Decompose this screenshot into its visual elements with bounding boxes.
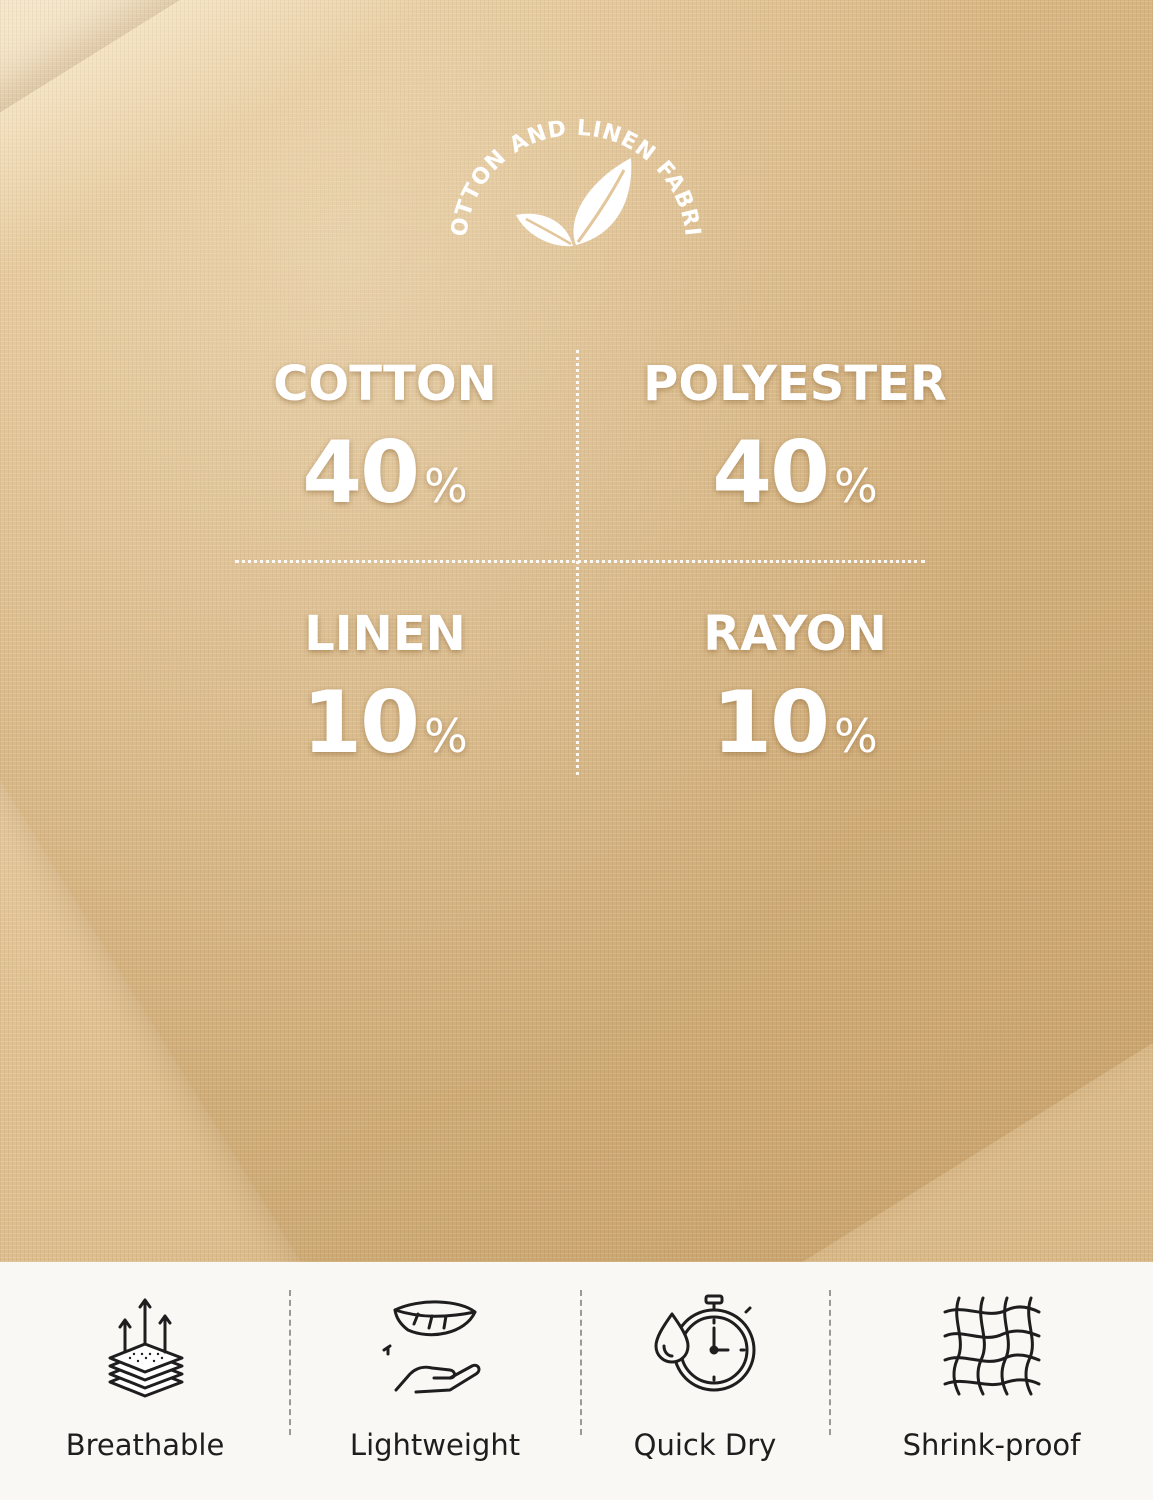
feather-hand-icon: [380, 1290, 490, 1400]
material-percent: 10%: [712, 673, 878, 773]
feature-breathable: Breathable: [0, 1262, 290, 1500]
droplet-stopwatch-icon: [650, 1290, 760, 1400]
grid-divider-horizontal: [235, 560, 925, 563]
feature-label: Lightweight: [349, 1428, 521, 1462]
feature-quick-dry: Quick Dry: [580, 1262, 830, 1500]
feature-shrink-proof: Shrink-proof: [830, 1262, 1153, 1500]
composition-cotton: COTTON 40%: [240, 360, 530, 516]
composition-polyester: POLYESTER 40%: [620, 360, 970, 516]
material-name: POLYESTER: [643, 356, 947, 412]
feature-divider: [580, 1290, 582, 1435]
leaf-icon: [516, 158, 632, 247]
product-feature-image: COTTON AND LINEN FABRIC COTTON 40% POLYE…: [0, 0, 1153, 1500]
feature-lightweight: Lightweight: [290, 1262, 580, 1500]
material-percent: 40%: [712, 423, 878, 523]
badge-text: COTTON AND LINEN FABRIC: [426, 70, 705, 238]
material-percent: 10%: [302, 673, 468, 773]
mesh-net-icon: [937, 1290, 1047, 1400]
breathable-layers-icon: [90, 1290, 200, 1400]
material-name: LINEN: [304, 606, 466, 662]
composition-rayon: RAYON 10%: [620, 610, 970, 766]
feature-bar: Breathable Lightweight Quick Dry Shrink-…: [0, 1262, 1153, 1500]
feature-divider: [289, 1290, 291, 1435]
material-percent: 40%: [302, 423, 468, 523]
feature-label: Shrink-proof: [902, 1428, 1081, 1462]
fabric-badge: COTTON AND LINEN FABRIC: [417, 51, 726, 270]
feature-divider: [829, 1290, 831, 1435]
feature-label: Quick Dry: [633, 1428, 777, 1462]
feature-label: Breathable: [65, 1428, 225, 1462]
material-name: COTTON: [273, 356, 497, 412]
material-name: RAYON: [703, 606, 887, 662]
composition-linen: LINEN 10%: [240, 610, 530, 766]
